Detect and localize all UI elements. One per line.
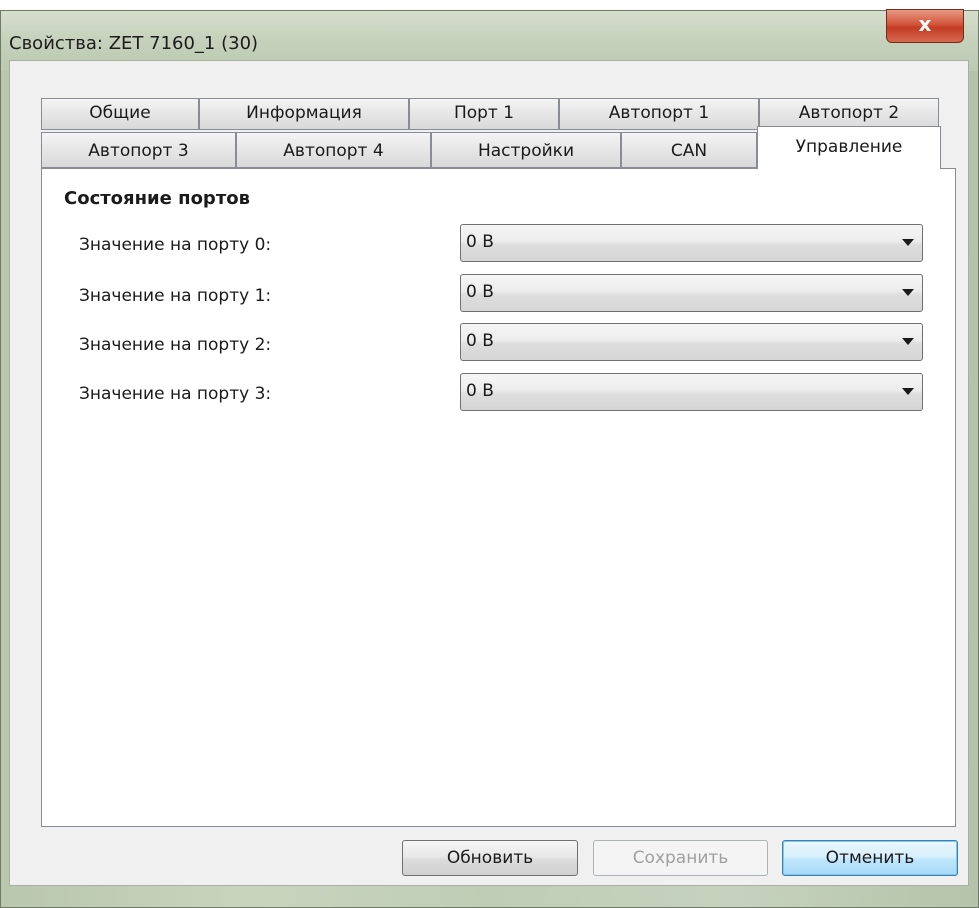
close-button[interactable]: x (886, 9, 964, 43)
tab-panel-control (41, 168, 956, 827)
port-3-select[interactable]: 0 В (460, 373, 923, 411)
close-icon: x (918, 12, 932, 36)
port-0-value: 0 В (466, 232, 494, 252)
tab-autoport-4[interactable]: Автопорт 4 (236, 132, 431, 168)
tab-general[interactable]: Общие (41, 98, 199, 130)
window-title: Свойства: ZET 7160_1 (30) (9, 33, 259, 54)
chevron-down-icon (902, 388, 914, 395)
port-1-select[interactable]: 0 В (460, 274, 923, 312)
port-2-value: 0 В (466, 331, 494, 351)
save-button[interactable]: Сохранить (593, 840, 768, 876)
port-3-value: 0 В (466, 381, 494, 401)
tab-autoport-1[interactable]: Автопорт 1 (559, 98, 759, 130)
tab-information[interactable]: Информация (199, 98, 409, 130)
port-2-select[interactable]: 0 В (460, 323, 923, 361)
chevron-down-icon (902, 338, 914, 345)
tab-port-1[interactable]: Порт 1 (409, 98, 559, 130)
port-0-label: Значение на порту 0: (79, 235, 272, 255)
port-2-label: Значение на порту 2: (79, 335, 272, 355)
tab-autoport-3[interactable]: Автопорт 3 (41, 132, 236, 168)
port-1-label: Значение на порту 1: (79, 286, 272, 306)
chevron-down-icon (902, 289, 914, 296)
chevron-down-icon (902, 239, 914, 246)
port-1-value: 0 В (466, 282, 494, 302)
port-3-label: Значение на порту 3: (79, 384, 272, 404)
tab-can[interactable]: CAN (621, 132, 757, 168)
tab-settings[interactable]: Настройки (431, 132, 621, 168)
port-0-select[interactable]: 0 В (460, 224, 923, 262)
cancel-button[interactable]: Отменить (782, 840, 958, 876)
section-title-port-state: Состояние портов (64, 188, 251, 209)
refresh-button[interactable]: Обновить (402, 840, 578, 876)
tab-control[interactable]: Управление (757, 126, 941, 169)
